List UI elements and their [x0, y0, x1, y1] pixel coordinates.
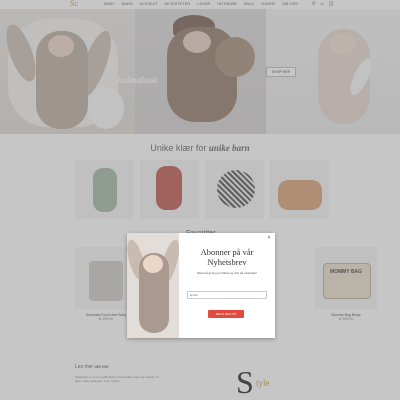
subscribe-button[interactable]: MELD DEG PÅ — [208, 310, 244, 318]
modal-subtitle: Meld på gi deg en tilbud og vær på netts… — [196, 271, 258, 275]
baby-face — [143, 255, 163, 273]
modal-image — [127, 233, 179, 338]
email-field[interactable] — [187, 291, 267, 299]
newsletter-modal: × Abonner på vår Nyhetsbrev Meld på gi d… — [127, 233, 275, 338]
modal-title: Abonner på vår Nyhetsbrev — [200, 247, 254, 267]
modal-backdrop[interactable] — [0, 0, 400, 400]
close-icon[interactable]: × — [266, 235, 272, 241]
page: Sc BABY BARN KLESKAT AKTIVITETER LEKER I… — [0, 0, 400, 400]
